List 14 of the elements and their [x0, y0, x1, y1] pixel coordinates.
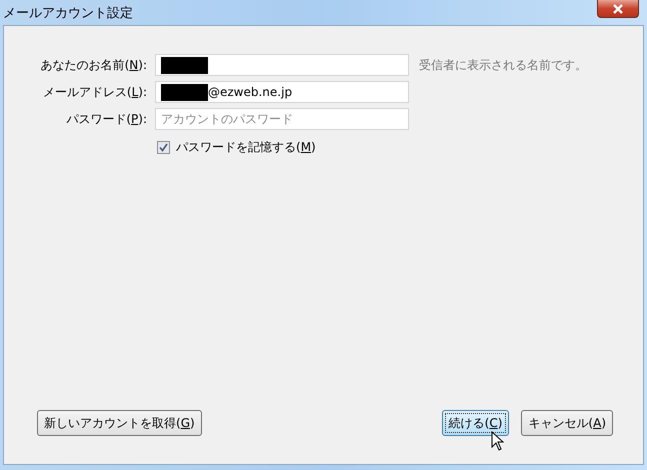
- close-icon: [612, 4, 624, 14]
- field-label: パスワード(P):: [65, 110, 147, 128]
- dialog-button[interactable]: キャンセル(A): [521, 410, 613, 436]
- field-label: メールアドレス(L):: [42, 84, 147, 100]
- input-field[interactable]: [155, 54, 409, 76]
- hint-text: 受信者に表示される名前です。: [419, 56, 587, 74]
- dialog-button[interactable]: 新しいアカウントを取得(G): [37, 410, 202, 436]
- checkbox-label: パスワードを記憶する(M): [176, 139, 316, 156]
- checkbox[interactable]: [157, 141, 170, 154]
- input-field[interactable]: @ezweb.ne.jp: [155, 81, 409, 103]
- close-button[interactable]: [597, 0, 639, 18]
- window-title: メールアカウント設定: [2, 5, 133, 22]
- field-label: あなたのお名前(N):: [40, 56, 147, 74]
- pointer-icon: [490, 431, 505, 451]
